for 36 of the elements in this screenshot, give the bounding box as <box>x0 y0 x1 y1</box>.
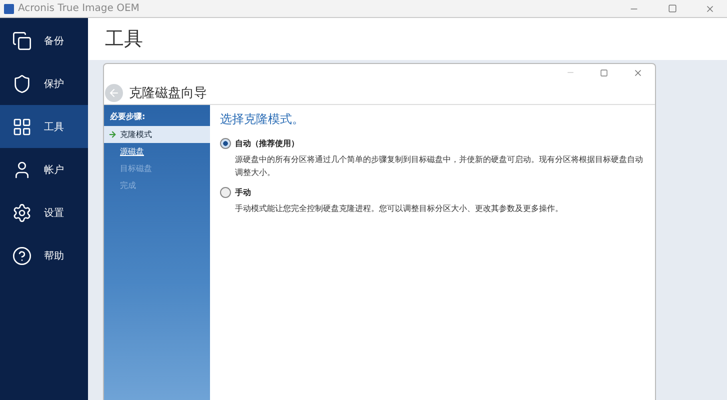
sidebar-label: 备份 <box>44 34 64 48</box>
sidebar-item[interactable]: 帮助 <box>0 234 88 277</box>
window-title: Acronis True Image OEM <box>18 3 140 14</box>
sidebar-label: 设置 <box>44 206 64 220</box>
sidebar-label: 工具 <box>44 120 64 134</box>
radio-button[interactable] <box>220 187 231 198</box>
wizard-step[interactable]: 源磁盘 <box>104 143 210 160</box>
close-icon[interactable] <box>705 4 715 14</box>
sidebar-label: 帐户 <box>44 164 64 176</box>
sidebar-item[interactable]: 工具 <box>0 105 88 148</box>
option-description: 手动模式能让您完全控制硬盘克隆进程。您可以调整目标分区大小、更改其参数及更多操作。 <box>235 203 564 215</box>
option-label: 手动 <box>235 187 251 198</box>
wizard-step[interactable]: 克隆模式 <box>104 126 210 143</box>
option-description: 源硬盘中的所有分区将通过几个简单的步骤复制到目标磁盘中，并使新的硬盘可启动。现有分区将根据目标硬盘自动调整大小。 <box>235 154 644 179</box>
sidebar-item[interactable]: 设置 <box>0 191 88 234</box>
arrow-right-icon <box>108 130 117 139</box>
copy-icon <box>12 30 32 50</box>
maximize-icon[interactable] <box>600 68 608 76</box>
sidebar-item[interactable]: 保护 <box>0 62 88 105</box>
sidebar-label: 帮助 <box>44 250 64 262</box>
radio-button[interactable] <box>220 138 231 149</box>
app-logo-icon <box>4 4 14 14</box>
steps-heading: 必要步骤: <box>109 111 146 123</box>
sidebar-label: 保护 <box>44 78 64 90</box>
shield-icon <box>12 74 32 94</box>
maximize-icon[interactable] <box>668 4 676 13</box>
close-icon[interactable] <box>633 68 643 78</box>
option-label: 自动（推荐使用） <box>235 138 299 149</box>
page-title: 工具 <box>104 27 144 52</box>
sidebar-item[interactable]: 备份 <box>0 19 88 62</box>
settings-icon <box>12 202 32 222</box>
grid-icon <box>12 116 32 136</box>
section-heading: 选择克隆模式。 <box>220 111 305 128</box>
dialog-title: 克隆磁盘向导 <box>129 85 207 102</box>
sidebar-item[interactable]: 帐户 <box>0 148 88 191</box>
help-icon <box>12 246 32 266</box>
